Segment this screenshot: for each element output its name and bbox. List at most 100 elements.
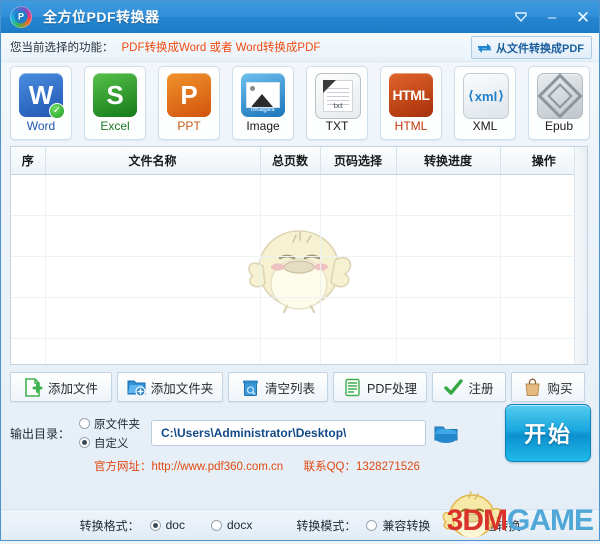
table-row[interactable] xyxy=(11,215,587,257)
radio-original-folder[interactable] xyxy=(79,418,91,429)
add-file-button[interactable]: 添加文件 xyxy=(10,372,112,402)
action-button-bar: 添加文件 添加文件夹 清空列表 PDF处理 注册 购买 xyxy=(10,372,590,402)
html-icon: HTML xyxy=(389,73,433,117)
title-bar: 全方位PDF转换器 – ✕ xyxy=(1,1,599,33)
excel-icon: S xyxy=(93,73,137,117)
radio-custom-folder[interactable] xyxy=(79,437,91,448)
mode-option-compatible[interactable]: 兼容转换 xyxy=(366,517,430,534)
format-option-doc-label: doc xyxy=(165,518,185,532)
register-button[interactable]: 注册 xyxy=(432,372,506,402)
format-label-image: Image xyxy=(246,119,280,133)
format-label-html: HTML xyxy=(394,119,428,133)
format-label-word: Word xyxy=(26,119,56,133)
format-option-word[interactable]: W ✓ Word xyxy=(10,66,72,140)
epub-icon xyxy=(537,73,583,119)
format-option-excel[interactable]: S Excel xyxy=(84,66,146,140)
contact-qq-label: 联系QQ：1328271526 xyxy=(303,461,420,473)
convert-from-file-label: 从文件转换成PDF xyxy=(496,42,584,55)
radio-fast-mode[interactable] xyxy=(456,519,468,531)
picture-glyph xyxy=(246,82,280,108)
xml-glyph-text: xml xyxy=(474,88,498,104)
mode-option-fast-label: 快速转换 xyxy=(472,518,521,533)
format-option-doc[interactable]: doc xyxy=(149,518,185,532)
format-option-html[interactable]: HTML HTML xyxy=(380,66,442,140)
app-title: 全方位PDF转换器 xyxy=(43,9,160,25)
column-header-pagecount[interactable]: 总页数 xyxy=(260,147,321,175)
output-directory-label: 输出目录： xyxy=(10,426,71,441)
format-option-xml[interactable]: ⟨ xml ⟩ XML xyxy=(454,66,516,140)
radio-compatible-mode[interactable] xyxy=(366,519,378,531)
function-label: 您当前选择的功能： xyxy=(10,42,114,54)
excel-glyph: S xyxy=(106,79,124,110)
official-site-label[interactable]: 官方网址：http://www.pdf360.com.cn xyxy=(94,461,283,473)
table-vertical-scrollbar[interactable] xyxy=(574,147,587,364)
clear-list-button[interactable]: 清空列表 xyxy=(228,372,328,402)
mode-option-fast[interactable]: 快速转换 xyxy=(456,517,520,534)
output-directory-row: 输出目录： 原文件夹 自定义 C:\Users\Administrator\De… xyxy=(10,404,599,462)
conversion-mode-label: 转换模式： xyxy=(296,518,357,533)
format-option-docx-label: docx xyxy=(226,518,253,532)
format-icon-toolbar: W ✓ Word S Excel P PPT images Image txt … xyxy=(1,62,599,144)
mode-option-compatible-label: 兼容转换 xyxy=(382,518,431,533)
output-option-custom-label: 自定义 xyxy=(94,437,129,450)
buy-button[interactable]: 购买 xyxy=(511,372,585,402)
trash-icon xyxy=(241,378,260,397)
format-label-excel: Excel xyxy=(100,119,130,133)
radio-docx[interactable] xyxy=(210,519,222,531)
column-header-progress[interactable]: 转换进度 xyxy=(396,147,501,175)
file-list-table: 序 文件名称 总页数 页码选择 转换进度 操作 xyxy=(11,147,587,364)
text-lines-glyph: txt xyxy=(323,80,353,112)
window-controls: – ✕ xyxy=(512,1,592,33)
output-option-custom[interactable]: 自定义 xyxy=(79,435,140,451)
add-file-icon xyxy=(24,377,43,397)
function-value: PDF转换成Word 或者 Word转换成PDF xyxy=(121,42,321,54)
pdf-process-label: PDF处理 xyxy=(366,381,417,396)
output-path-input[interactable]: C:\Users\Administrator\Desktop\ xyxy=(151,420,427,446)
txt-glyph: txt xyxy=(333,101,343,110)
table-row[interactable] xyxy=(11,297,587,339)
word-icon: W ✓ xyxy=(19,73,65,119)
shopping-bag-icon xyxy=(523,378,542,397)
close-icon[interactable]: ✕ xyxy=(574,9,592,26)
epub-diamond-glyph xyxy=(537,73,583,119)
swap-arrows-icon xyxy=(477,42,492,54)
output-option-original-label: 原文件夹 xyxy=(94,418,141,431)
file-list-body xyxy=(11,174,587,364)
image-icon: images xyxy=(241,73,285,117)
add-folder-label: 添加文件夹 xyxy=(150,381,214,396)
register-label: 注册 xyxy=(468,381,494,396)
ppt-icon: P xyxy=(167,73,211,117)
ppt-glyph: P xyxy=(180,79,198,110)
radio-doc[interactable] xyxy=(149,519,161,531)
column-header-index[interactable]: 序 xyxy=(11,147,46,175)
bottom-settings-bar: 转换格式： doc docx 转换模式： 兼容转换 快速转换 xyxy=(1,509,599,540)
format-label-epub: Epub xyxy=(544,119,574,133)
html-glyph: HTML xyxy=(392,87,430,103)
file-list-panel: 序 文件名称 总页数 页码选择 转换进度 操作 xyxy=(10,146,588,365)
image-glyph-tag: images xyxy=(250,106,276,113)
folder-icon[interactable] xyxy=(433,422,459,444)
minimize-icon[interactable]: – xyxy=(543,10,561,25)
output-option-original[interactable]: 原文件夹 xyxy=(79,416,140,432)
format-option-image[interactable]: images Image xyxy=(232,66,294,140)
format-option-epub[interactable]: Epub xyxy=(528,66,590,140)
format-option-txt[interactable]: txt TXT xyxy=(306,66,368,140)
output-format-label: 转换格式： xyxy=(79,518,140,533)
table-row[interactable] xyxy=(11,256,587,298)
column-header-filename[interactable]: 文件名称 xyxy=(45,147,261,175)
add-folder-button[interactable]: 添加文件夹 xyxy=(117,372,223,402)
chevron-down-icon[interactable] xyxy=(512,10,530,24)
format-label-txt: TXT xyxy=(325,119,349,133)
format-option-ppt[interactable]: P PPT xyxy=(158,66,220,140)
column-header-pagerange[interactable]: 页码选择 xyxy=(320,147,397,175)
xml-icon: ⟨ xml ⟩ xyxy=(463,73,509,119)
table-row[interactable] xyxy=(11,338,587,364)
application-window: 全方位PDF转换器 – ✕ 您当前选择的功能： PDF转换成Word 或者 Wo… xyxy=(0,0,600,541)
table-row[interactable] xyxy=(11,174,587,216)
clear-list-label: 清空列表 xyxy=(264,381,315,396)
start-button[interactable]: 开始 xyxy=(505,404,591,462)
pdf-process-button[interactable]: PDF处理 xyxy=(333,372,427,402)
format-option-docx[interactable]: docx xyxy=(210,518,253,532)
function-selection-row: 您当前选择的功能： PDF转换成Word 或者 Word转换成PDF 从文件转换… xyxy=(1,33,599,62)
convert-from-file-button[interactable]: 从文件转换成PDF xyxy=(471,36,592,59)
